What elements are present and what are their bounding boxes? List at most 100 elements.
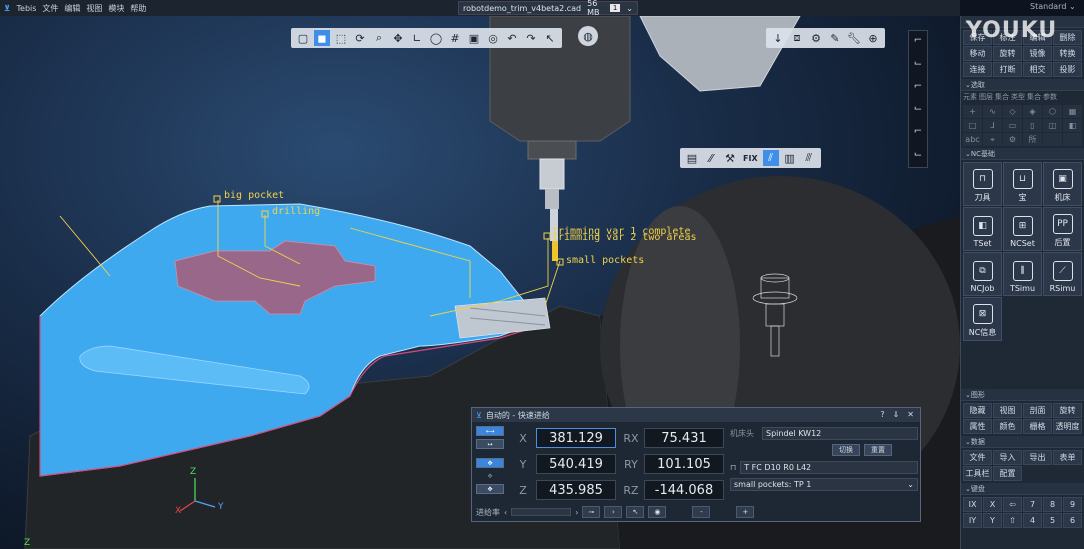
plus-icon[interactable]: + bbox=[963, 105, 982, 118]
menu-module[interactable]: 模块 bbox=[108, 3, 124, 14]
jog-linear-icon[interactable]: ⟷ bbox=[476, 426, 504, 436]
cursor-icon[interactable]: ↖ bbox=[626, 506, 645, 518]
plus-icon[interactable]: + bbox=[736, 506, 755, 518]
tsimu-button[interactable]: ⫼ TSimu bbox=[1003, 252, 1042, 296]
cutter-button[interactable]: ⊓ 刀具 bbox=[963, 162, 1002, 206]
toolbar-button[interactable]: 工具栏 bbox=[963, 466, 992, 481]
step-icon[interactable]: ⌐ bbox=[912, 81, 924, 95]
robot-icon[interactable]: ⚙ bbox=[808, 30, 824, 46]
minus-icon[interactable]: ‐ bbox=[692, 506, 711, 518]
rotate-view-button[interactable]: 旋转 bbox=[1053, 403, 1082, 418]
key-iy[interactable]: IY bbox=[963, 513, 982, 528]
step-icon[interactable]: ⌐ bbox=[912, 35, 924, 49]
nc-section-header[interactable]: ⌄ NC基础 bbox=[961, 148, 1084, 160]
transform-button[interactable]: 转换 bbox=[1053, 46, 1082, 61]
grid-button[interactable]: 栅格 bbox=[1023, 419, 1052, 434]
form-button[interactable]: 表单 bbox=[1053, 450, 1082, 465]
zoom-icon[interactable]: ⌕ bbox=[371, 30, 387, 46]
tool-icon[interactable]: ⫽ bbox=[762, 150, 779, 166]
all-icon[interactable]: 所 bbox=[1023, 133, 1042, 146]
move-button[interactable]: 移动 bbox=[963, 46, 992, 61]
select-tab[interactable]: 元素 bbox=[963, 92, 977, 102]
chevron-down-icon[interactable]: ⌄ bbox=[907, 480, 917, 489]
hatch-icon[interactable]: ⫻ bbox=[801, 150, 817, 166]
target-icon[interactable]: ⊕ bbox=[865, 30, 881, 46]
cube-shaded-icon[interactable]: ◼ bbox=[314, 30, 330, 46]
color-button[interactable]: 颜色 bbox=[993, 419, 1022, 434]
step-icon[interactable]: ⌙ bbox=[912, 103, 924, 117]
transparency-button[interactable]: 透明度 bbox=[1053, 419, 1082, 434]
menu-file[interactable]: 文件 bbox=[42, 3, 58, 14]
cube-outline-icon[interactable]: ▢ bbox=[295, 30, 311, 46]
tool-field[interactable]: T FC D10 R0 L42 bbox=[740, 460, 918, 474]
table-icon[interactable]: ▤ bbox=[684, 150, 700, 166]
spindle-field[interactable]: Spindel KW12 bbox=[762, 426, 918, 440]
select-tab[interactable]: 集合 bbox=[995, 92, 1009, 102]
solid-icon[interactable]: ⬡ bbox=[1043, 105, 1062, 118]
machine-button[interactable]: ▣ 机床 bbox=[1043, 162, 1082, 206]
menu-edit[interactable]: 编辑 bbox=[64, 3, 80, 14]
feed-slider[interactable] bbox=[511, 508, 572, 516]
pen-icon[interactable]: ✎ bbox=[827, 30, 843, 46]
rsimu-button[interactable]: ⟋ RSimu bbox=[1043, 252, 1082, 296]
ncinfo-button[interactable]: ⊠ NC信息 bbox=[963, 297, 1002, 341]
key-4[interactable]: 4 bbox=[1023, 513, 1042, 528]
view-button[interactable]: 视图 bbox=[993, 403, 1022, 418]
holder-button[interactable]: ⊔ 宝 bbox=[1003, 162, 1042, 206]
select-tab[interactable]: 图层 bbox=[979, 92, 993, 102]
key-5[interactable]: 5 bbox=[1043, 513, 1062, 528]
help-icon[interactable]: ? bbox=[880, 410, 884, 419]
frame-icon[interactable]: ⅃ bbox=[983, 119, 1002, 132]
coord-z-value[interactable]: 435.985 bbox=[536, 480, 616, 500]
record-icon[interactable]: ◉ bbox=[648, 506, 667, 518]
menu-help[interactable]: 帮助 bbox=[130, 3, 146, 14]
chevron-left-icon[interactable]: ‹ bbox=[504, 508, 507, 517]
jog-step-icon[interactable]: ↦ bbox=[476, 439, 504, 449]
pan-icon[interactable]: ✥ bbox=[390, 30, 406, 46]
jog-free-icon[interactable]: ✥ bbox=[476, 484, 504, 494]
box-icon[interactable]: □ bbox=[963, 119, 982, 132]
wrench-icon[interactable]: ⚒ bbox=[722, 150, 738, 166]
key-9[interactable]: 9 bbox=[1063, 497, 1082, 512]
attribute-button[interactable]: 属性 bbox=[963, 419, 992, 434]
chevron-down-icon[interactable]: ⌄ bbox=[626, 4, 633, 13]
grid-icon[interactable]: # bbox=[447, 30, 463, 46]
select-tab[interactable]: 集合 bbox=[1027, 92, 1041, 102]
menu-view[interactable]: 视图 bbox=[86, 3, 102, 14]
intersect-button[interactable]: 相交 bbox=[1023, 62, 1052, 77]
job-select[interactable]: small pockets: TP 1 ⌄ bbox=[730, 477, 918, 491]
slash-icon[interactable]: ⁄⁄ bbox=[703, 150, 719, 166]
step-icon[interactable]: ⌐ bbox=[912, 126, 924, 140]
jog-move-icon[interactable]: ✥ bbox=[476, 458, 504, 468]
group-icon[interactable]: ▯ bbox=[1023, 119, 1042, 132]
sphere-icon[interactable]: ◎ bbox=[485, 30, 501, 46]
fix-button[interactable]: FIX bbox=[741, 154, 760, 163]
home-icon[interactable]: ◯ bbox=[428, 30, 444, 46]
key-ix[interactable]: IX bbox=[963, 497, 982, 512]
step-icon[interactable]: ⌙ bbox=[912, 149, 924, 163]
connect-button[interactable]: 连接 bbox=[963, 62, 992, 77]
redo-view-icon[interactable]: ↷ bbox=[523, 30, 539, 46]
param-icon[interactable]: ◧ bbox=[1063, 119, 1082, 132]
chevron-right-icon[interactable]: › bbox=[575, 508, 578, 517]
delete-button[interactable]: 删除 bbox=[1053, 30, 1082, 45]
pointer-icon[interactable]: ↖ bbox=[542, 30, 558, 46]
project-button[interactable]: 投影 bbox=[1053, 62, 1082, 77]
key-up-arrow[interactable]: ⇧ bbox=[1003, 513, 1022, 528]
import-button[interactable]: 导入 bbox=[993, 450, 1022, 465]
compass-button[interactable]: ◍ bbox=[578, 26, 598, 46]
dialog-title-bar[interactable]: ⊻ 自动的 - 快速进给 ? ⇓ ✕ bbox=[472, 408, 920, 422]
step-icon[interactable]: ⌙ bbox=[912, 58, 924, 72]
ncset-button[interactable]: ⊞ NCSet bbox=[1003, 207, 1042, 251]
layer-icon[interactable]: ▭ bbox=[1003, 119, 1022, 132]
key-y[interactable]: Y bbox=[983, 513, 1002, 528]
tset-button[interactable]: ◧ TSet bbox=[963, 207, 1002, 251]
dock-icon[interactable]: ⇓ bbox=[893, 410, 900, 419]
config-button[interactable]: 配置 bbox=[993, 466, 1022, 481]
key-x[interactable]: X bbox=[983, 497, 1002, 512]
layout-selector[interactable]: Standard ⌄ bbox=[1030, 2, 1076, 11]
data-section-header[interactable]: ⌄ 数据 bbox=[961, 436, 1084, 448]
section-button[interactable]: 剖面 bbox=[1023, 403, 1052, 418]
key-icon[interactable]: ⊸ bbox=[582, 506, 601, 518]
key-left-arrow[interactable]: ⇦ bbox=[1003, 497, 1022, 512]
